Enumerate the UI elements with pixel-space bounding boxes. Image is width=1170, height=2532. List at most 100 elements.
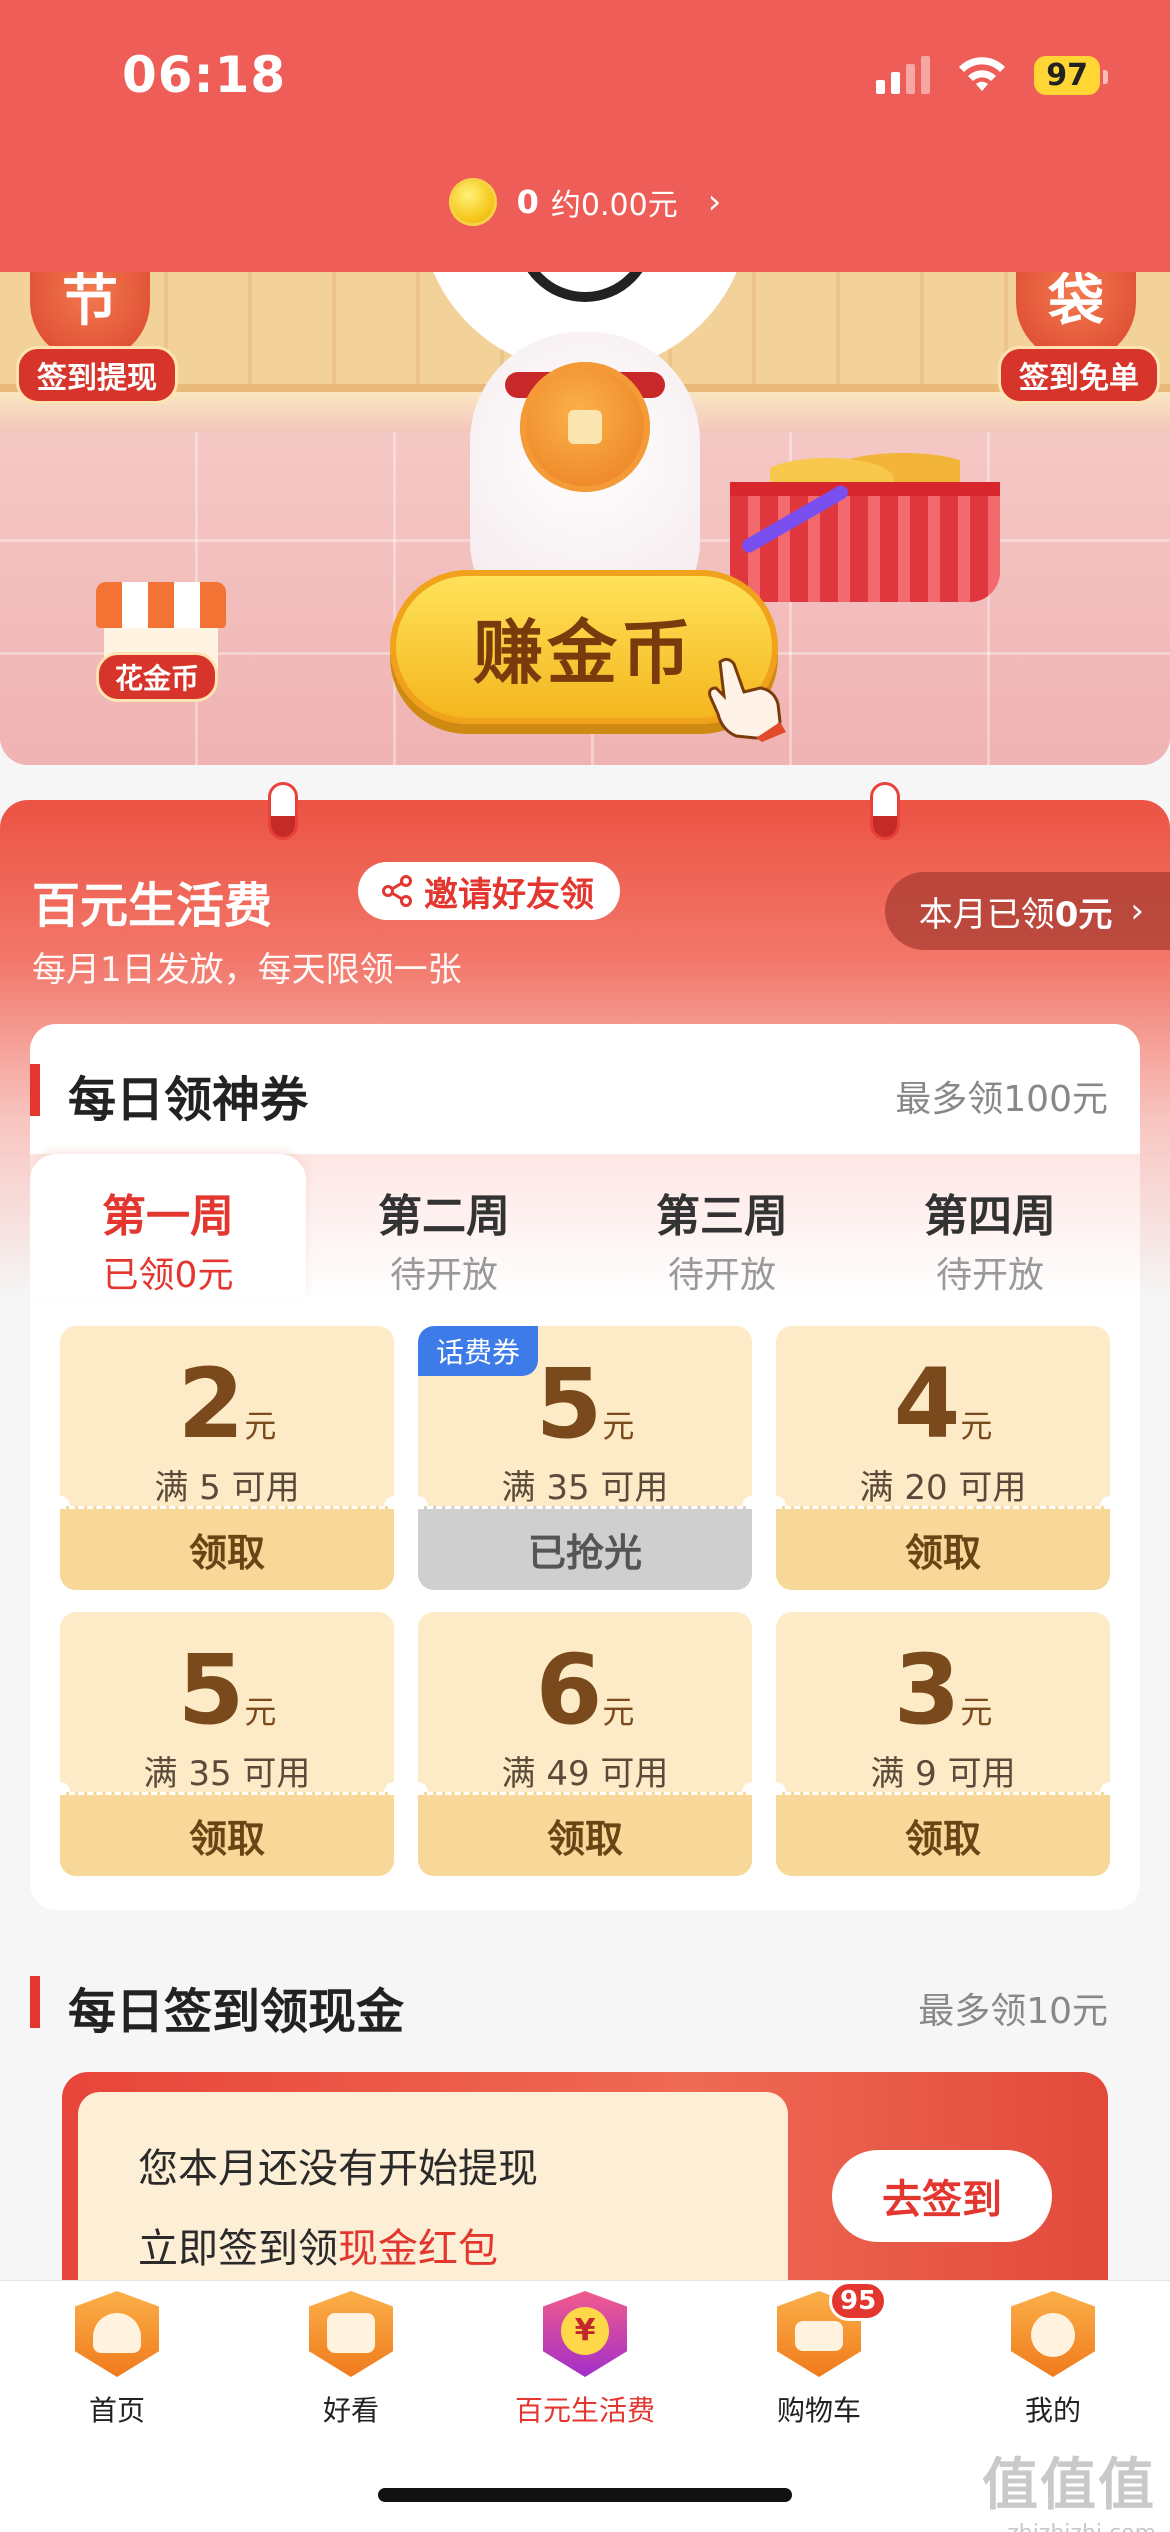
section-marker [30,1064,40,1116]
coupon-unit: 元 [960,1693,993,1731]
battery-indicator: 97 [1034,55,1108,95]
invite-label: 邀请好友领 [424,874,594,915]
hero-banner: 节 签到提现 袋 签到免单 花金币 赚金币 [0,272,1170,765]
shopping-basket-icon [730,482,1000,602]
yen-icon: ¥ [537,2287,633,2387]
tab-week-2[interactable]: 第二周 待开放 [306,1154,582,1298]
tab-living-allowance[interactable]: ¥ 百元生活费 [468,2287,702,2429]
spend-coins-button[interactable]: 花金币 [96,652,219,702]
go-signin-button[interactable]: 去签到 [832,2150,1052,2242]
coupon-amount: 5 [535,1348,603,1460]
coupon-condition: 满 35 可用 [501,1468,669,1508]
week-status: 待开放 [667,1255,776,1296]
week-status: 已领0元 [102,1255,234,1296]
watermark: 值值值 zhizhizhi.com [982,2440,1156,2532]
sold-out-button: 已抢光 [418,1506,752,1590]
copper-coin-icon [520,362,650,492]
tab-profile[interactable]: 我的 [936,2287,1170,2429]
pin-decoration [268,782,298,840]
pointing-hand-icon [708,657,786,742]
panel-title: 百元生活费 [32,878,273,934]
signal-icon [876,56,931,94]
top-header: 06:18 97 0 约0.00元 › [0,0,1170,272]
coupon-condition: 满 49 可用 [501,1754,669,1794]
cash-red-packet-highlight: 现金红包 [338,2226,498,2272]
coupon-condition: 满 9 可用 [870,1754,1016,1794]
coupon-item: 4元 满 20 可用 领取 [776,1326,1110,1590]
card-title: 每日领神券 [68,1072,309,1128]
tab-label: 我的 [1024,2394,1081,2427]
coupon-unit: 元 [602,1407,635,1445]
coupon-unit: 元 [960,1407,993,1445]
status-icons: 97 [876,55,1108,95]
month-claimed-label: 本月已领 [918,894,1055,935]
tab-label: 购物车 [776,2394,861,2427]
signin-prompt: 立即签到领现金红包 [138,2216,498,2274]
section-title: 每日签到领现金 [68,1984,405,2040]
video-icon [303,2287,399,2387]
tab-cart[interactable]: 95 购物车 [702,2281,936,2429]
daily-coupon-card: 每日领神券 最多领100元 第一周 已领0元 第二周 待开放 第三周 待开放 第… [30,1024,1140,1910]
profile-icon [1005,2287,1101,2387]
coupon-condition: 满 35 可用 [143,1754,311,1794]
invite-friends-button[interactable]: 邀请好友领 [358,862,620,920]
tab-watch[interactable]: 好看 [234,2287,468,2429]
coupon-amount: 5 [177,1634,245,1746]
coupon-condition: 满 20 可用 [859,1468,1027,1508]
coupon-item: 3元 满 9 可用 领取 [776,1612,1110,1876]
coin-count: 0 [516,183,539,221]
coupon-item: 6元 满 49 可用 领取 [418,1612,752,1876]
tab-label: 百元生活费 [514,2394,655,2427]
tab-label: 首页 [88,2394,145,2427]
card-header: 每日领神券 最多领100元 [30,1060,1140,1128]
pin-decoration [870,782,900,840]
week-name: 第三周 [656,1191,788,1242]
checkin-withdraw-badge[interactable]: 签到提现 [16,346,178,404]
tab-week-3[interactable]: 第三周 待开放 [584,1154,860,1298]
coupon-condition: 满 5 可用 [154,1468,300,1508]
coupon-item: 5元 满 35 可用 领取 [60,1612,394,1876]
coupon-unit: 元 [602,1693,635,1731]
signin-prompt-prefix: 立即签到领 [138,2226,338,2272]
coupon-unit: 元 [244,1407,277,1445]
watermark-logo: 值值值 [982,2453,1156,2518]
share-icon [382,875,412,907]
cart-count-badge: 95 [829,2281,888,2321]
week-tabs: 第一周 已领0元 第二周 待开放 第三周 待开放 第四周 待开放 [30,1154,1140,1298]
claim-coupon-button[interactable]: 领取 [776,1792,1110,1876]
checkin-free-order-badge[interactable]: 签到免单 [998,346,1160,404]
tab-home[interactable]: 首页 [0,2287,234,2429]
chevron-right-icon: › [707,182,722,222]
wifi-icon [959,57,1006,91]
week-name: 第四周 [924,1191,1056,1242]
tab-week-4[interactable]: 第四周 待开放 [852,1154,1128,1298]
coupon-amount: 6 [535,1634,603,1746]
status-time: 06:18 [122,46,287,104]
week-status: 待开放 [389,1255,498,1296]
week-name: 第一周 [102,1191,234,1242]
month-claimed-button[interactable]: 本月已领0元 › [884,872,1170,950]
home-indicator [378,2488,792,2502]
claim-coupon-button[interactable]: 领取 [60,1506,394,1590]
coupon-amount: 4 [893,1348,961,1460]
watermark-url: zhizhizhi.com [982,2521,1156,2532]
signin-message: 您本月还没有开始提现 [138,2146,538,2192]
panel-subtitle: 每月1日发放，每天限领一张 [32,950,462,990]
card-limit: 最多领100元 [895,1079,1108,1120]
coupon-item: 2元 满 5 可用 领取 [60,1326,394,1590]
gold-coin-icon [448,178,497,226]
week-name: 第二周 [378,1191,510,1242]
coin-balance[interactable]: 0 约0.00元 › [0,178,1170,226]
coupon-unit: 元 [244,1693,277,1731]
week-status: 待开放 [935,1255,1044,1296]
section-marker [30,1976,40,2028]
section-limit: 最多领10元 [918,1991,1108,2032]
tab-week-1[interactable]: 第一周 已领0元 [30,1154,306,1298]
coupon-item: 话费券 5元 满 35 可用 已抢光 [418,1326,752,1590]
claim-coupon-button[interactable]: 领取 [60,1792,394,1876]
claim-coupon-button[interactable]: 领取 [776,1506,1110,1590]
home-icon [69,2287,165,2387]
month-claimed-amount: 0元 [1054,894,1113,935]
cart-icon: 95 [771,2281,888,2387]
claim-coupon-button[interactable]: 领取 [418,1792,752,1876]
